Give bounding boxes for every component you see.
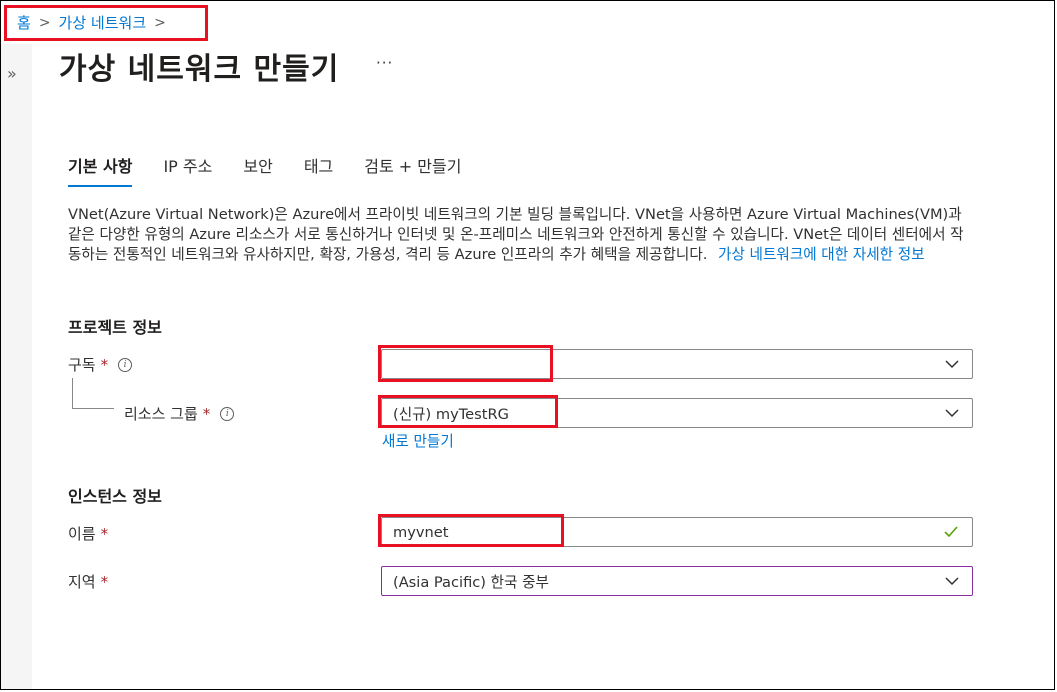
chevron-down-icon [945,409,959,418]
resource-group-label-text: 리소스 그룹 [124,405,198,423]
project-details-heading: 프로젝트 정보 [68,318,162,337]
subscription-label-text: 구독 [68,356,96,374]
tab-basics[interactable]: 기본 사항 [68,153,133,187]
left-rail [1,44,32,689]
tab-security[interactable]: 보안 [243,153,272,187]
page-title: 가상 네트워크 만들기 [59,52,340,87]
name-label-text: 이름 [68,525,96,543]
highlight-box-subscription [378,345,553,382]
region-label: 지역 * [68,571,108,592]
tree-line [72,408,114,409]
name-label: 이름 * [68,523,108,544]
info-icon[interactable]: i [220,406,235,421]
highlight-box-breadcrumb [4,5,208,41]
required-marker: * [202,404,211,423]
subscription-label: 구독 * i [68,354,133,375]
learn-more-link[interactable]: 가상 네트워크에 대한 자세한 정보 [718,246,925,263]
more-options-icon[interactable]: ··· [376,54,393,72]
tab-bar: 기본 사항 IP 주소 보안 태그 검토 + 만들기 [68,153,492,187]
tab-review-create[interactable]: 검토 + 만들기 [364,153,461,187]
check-icon [944,526,958,538]
tab-tags[interactable]: 태그 [304,153,333,187]
region-dropdown[interactable]: (Asia Pacific) 한국 중부 [381,566,973,596]
resource-group-label: 리소스 그룹 * i [124,403,235,424]
info-icon[interactable]: i [118,357,133,372]
tree-line [72,378,73,408]
chevron-down-icon [945,360,959,369]
chevron-down-icon [945,577,959,586]
required-marker: * [100,524,109,543]
description: VNet(Azure Virtual Network)은 Azure에서 프라이… [68,205,973,265]
region-value: (Asia Pacific) 한국 중부 [393,573,549,591]
highlight-box-resource-group [378,395,558,428]
highlight-box-name [378,514,564,547]
required-marker: * [100,355,109,374]
create-new-resource-group-link[interactable]: 새로 만들기 [382,430,454,451]
required-marker: * [100,572,109,591]
tab-ip-addresses[interactable]: IP 주소 [163,153,212,187]
double-chevron-right-icon[interactable]: » [7,66,17,82]
region-label-text: 지역 [68,573,96,591]
instance-details-heading: 인스턴스 정보 [68,487,162,506]
